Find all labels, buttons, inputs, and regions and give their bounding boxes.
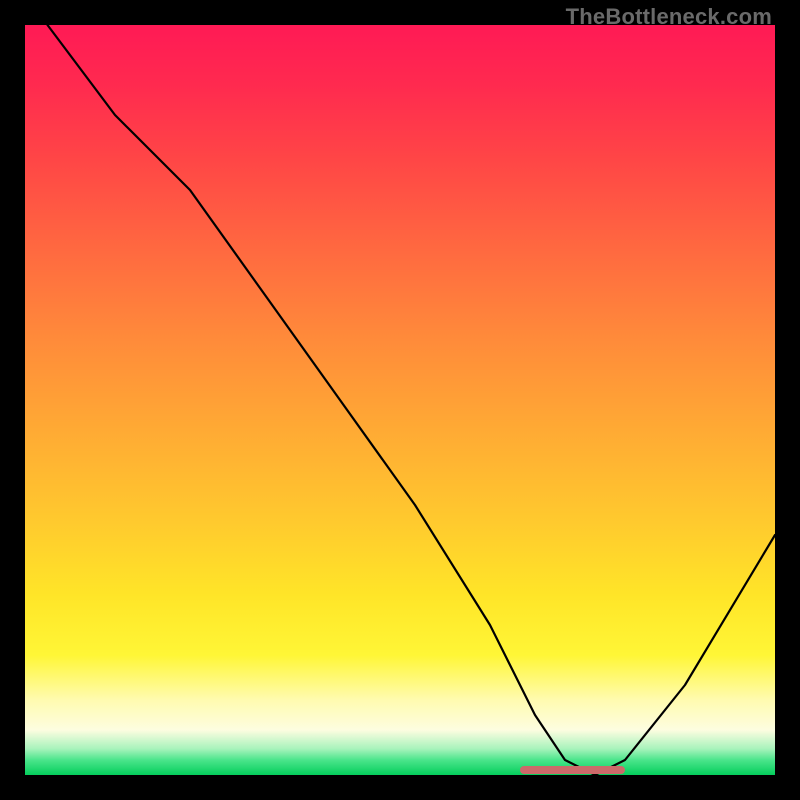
chart-plot-area [25, 25, 775, 775]
optimal-range-indicator [520, 766, 625, 774]
bottleneck-curve [25, 25, 775, 775]
